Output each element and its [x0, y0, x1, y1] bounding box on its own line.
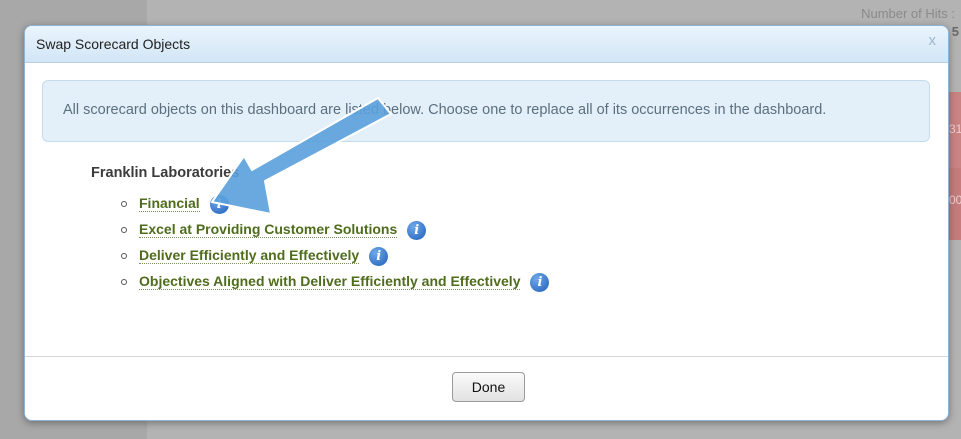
background-red-cell-text: 31 [949, 122, 961, 136]
info-message: All scorecard objects on this dashboard … [63, 102, 827, 118]
bullet-icon [121, 227, 127, 233]
scorecard-object-link-customer-solutions[interactable]: Excel at Providing Customer Solutions [139, 222, 398, 238]
bullet-icon [121, 201, 127, 207]
scorecard-object-link-financial[interactable]: Financial [139, 196, 200, 212]
list-item: Financial i [121, 191, 549, 217]
dialog-title: Swap Scorecard Objects [36, 36, 191, 52]
scorecard-object-link-deliver-efficiently[interactable]: Deliver Efficiently and Effectively [139, 248, 360, 264]
info-icon[interactable]: i [407, 220, 427, 240]
info-message-box: All scorecard objects on this dashboard … [42, 80, 930, 142]
done-button[interactable]: Done [452, 372, 525, 402]
swap-scorecard-dialog: Swap Scorecard Objects x All scorecard o… [24, 25, 949, 421]
tree-root-label: Franklin Laboratories [91, 165, 240, 181]
list-item: Deliver Efficiently and Effectively i [121, 243, 549, 269]
list-item: Excel at Providing Customer Solutions i [121, 217, 549, 243]
list-item: Objectives Aligned with Deliver Efficien… [121, 269, 550, 295]
dialog-titlebar: Swap Scorecard Objects x [25, 26, 948, 63]
hits-label: Number of Hits : [861, 6, 955, 21]
scorecard-object-link-objectives-aligned[interactable]: Objectives Aligned with Deliver Efficien… [139, 274, 521, 290]
bullet-icon [121, 253, 127, 259]
info-icon[interactable]: i [369, 246, 389, 266]
info-icon[interactable]: i [530, 272, 550, 292]
bullet-icon [121, 279, 127, 285]
info-icon[interactable]: i [209, 194, 229, 214]
scorecard-object-list: Financial i Excel at Providing Customer … [121, 191, 550, 295]
close-icon[interactable]: x [929, 32, 937, 49]
background-red-cell-text: 00 [949, 193, 961, 207]
dialog-footer-divider [25, 356, 948, 357]
hits-value: 5 [951, 24, 959, 39]
